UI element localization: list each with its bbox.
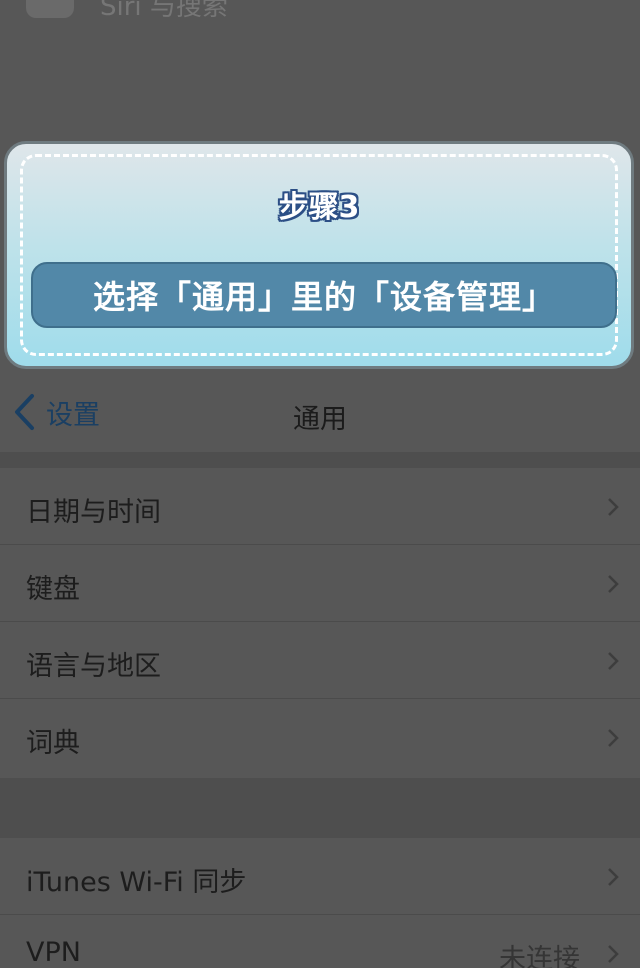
row-label: 键盘 [26, 574, 80, 605]
step-title: 步骤3 [278, 190, 360, 225]
row-label: 日期与时间 [26, 497, 161, 528]
chevron-right-icon [608, 652, 619, 670]
row-label: iTunes Wi-Fi 同步 [26, 867, 247, 898]
row-label: 词典 [26, 728, 80, 759]
section-gap [0, 452, 640, 468]
row-language-region[interactable]: 语言与地区 [0, 622, 640, 699]
step-instruction: 选择「通用」里的「设备管理」 [92, 278, 555, 316]
chevron-right-icon [608, 498, 619, 516]
page-title: 通用 [293, 404, 347, 435]
screen: Siri 与搜索 步骤3 选择「通用」里的「设备管理」 设置 通用 日期与时间 … [0, 0, 640, 968]
step-instruction-pill: 选择「通用」里的「设备管理」 [31, 262, 617, 328]
chevron-right-icon [608, 945, 619, 963]
row-date-time[interactable]: 日期与时间 [0, 468, 640, 545]
settings-group-2: iTunes Wi-Fi 同步 VPN 未连接 [0, 838, 640, 968]
faded-row-label: Siri 与搜索 [100, 0, 228, 22]
row-keyboard[interactable]: 键盘 [0, 545, 640, 622]
settings-group-1: 日期与时间 键盘 语言与地区 词典 [0, 468, 640, 776]
vpn-status: 未连接 [499, 944, 580, 968]
chevron-right-icon [608, 729, 619, 747]
section-gap [0, 778, 640, 838]
row-vpn[interactable]: VPN 未连接 [0, 915, 640, 968]
row-dictionary[interactable]: 词典 [0, 699, 640, 776]
faded-settings-row: Siri 与搜索 [0, 0, 640, 30]
step-card: 步骤3 选择「通用」里的「设备管理」 [4, 141, 634, 369]
chevron-right-icon [608, 575, 619, 593]
nav-bar: 设置 通用 [0, 372, 640, 452]
chevron-right-icon [608, 868, 619, 886]
row-label: 语言与地区 [26, 651, 161, 682]
siri-icon [26, 0, 74, 18]
row-label: VPN [26, 937, 81, 968]
row-itunes-wifi-sync[interactable]: iTunes Wi-Fi 同步 [0, 838, 640, 915]
